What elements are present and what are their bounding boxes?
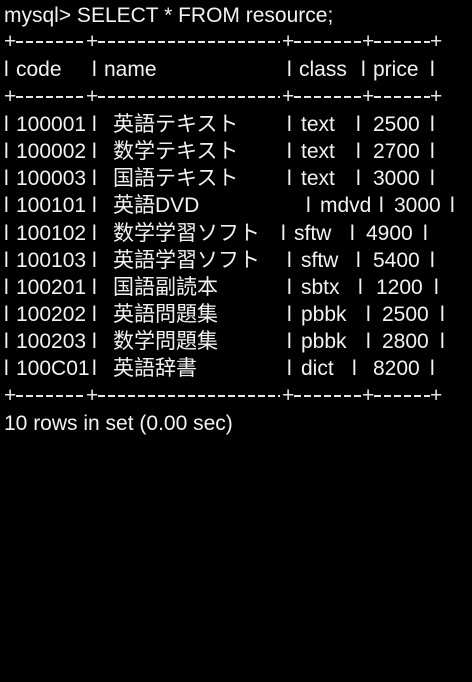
cell-code: 100203 — [16, 330, 87, 354]
cell-code: 100103 — [16, 248, 87, 272]
cell-name: 数学問題集 — [113, 330, 218, 354]
table-row: l 100102 l 数学学習ソフト l sftw l 4900 l — [4, 220, 472, 247]
cell-price: 3000 — [373, 167, 420, 191]
cell-name: 国語副読本 — [113, 275, 218, 299]
cell-price: 8200 — [373, 357, 420, 381]
table-header-row: l code l name l class l price l — [4, 56, 472, 83]
cell-class: sftw — [301, 248, 339, 272]
cell-class: dict — [301, 357, 334, 381]
cell-code: 100C01 — [16, 357, 90, 381]
sql-prompt: mysql> SELECT * FROM resource; — [4, 4, 334, 27]
cell-code: 100201 — [16, 275, 87, 299]
query-summary-line: 10 rows in set (0.00 sec) — [4, 410, 472, 437]
cell-price: 1200 — [376, 275, 423, 299]
cell-price: 2500 — [373, 112, 420, 136]
cell-name: 英語辞書 — [113, 357, 197, 381]
table-row: l 100202 l 英語問題集 l pbbk l 2500 l — [4, 301, 472, 328]
cell-class: pbbk — [301, 330, 347, 354]
cell-code: 100003 — [16, 167, 87, 191]
sql-prompt-line: mysql> SELECT * FROM resource; — [4, 2, 472, 29]
table-row: l 100103 l 英語学習ソフト l sftw l 5400 l — [4, 247, 472, 274]
column-header-price: price — [373, 58, 419, 82]
cell-code: 100002 — [16, 139, 87, 163]
cell-price: 4900 — [366, 221, 413, 245]
table-row: l 100203 l 数学問題集 l pbbk l 2800 l — [4, 328, 472, 355]
cell-price: 2700 — [373, 139, 420, 163]
cell-class: sbtx — [301, 275, 340, 299]
cell-price: 5400 — [373, 248, 420, 272]
cell-class: text — [301, 112, 335, 136]
cell-class: pbbk — [301, 303, 347, 327]
cell-name: 英語問題集 — [113, 303, 218, 327]
cell-code: 100102 — [16, 221, 87, 245]
table-row: l 100101 l 英語DVD l mdvd l 3000 l — [4, 192, 472, 219]
column-header-name: name — [104, 58, 157, 82]
cell-name: 数学学習ソフト — [113, 221, 260, 245]
terminal-window[interactable]: mysql> SELECT * FROM resource; + + + + +… — [0, 0, 472, 468]
cell-price: 2800 — [382, 330, 429, 354]
table-row: l 100001 l 英語テキスト l text l 2500 l — [4, 111, 472, 138]
table-row: l 100003 l 国語テキスト l text l 3000 l — [4, 165, 472, 192]
cell-name: 英語DVD — [113, 194, 200, 218]
cell-class: mdvd — [320, 194, 372, 218]
cell-name: 数学テキスト — [113, 139, 239, 163]
cell-code: 100101 — [16, 194, 87, 218]
cell-code: 100202 — [16, 303, 87, 327]
cell-class: text — [301, 167, 335, 191]
column-header-class: class — [299, 58, 347, 82]
table-row: l 100C01 l 英語辞書 l dict l 8200 l — [4, 355, 472, 382]
cell-name: 国語テキスト — [113, 167, 239, 191]
cell-price: 3000 — [394, 194, 441, 218]
table-row: l 100002 l 数学テキスト l text l 2700 l — [4, 138, 472, 165]
table-border-header: + + + + + — [4, 84, 443, 108]
cell-price: 2500 — [382, 303, 429, 327]
cell-class: text — [301, 139, 335, 163]
table-row: l 100201 l 国語副読本 l sbtx l 1200 l — [4, 274, 472, 301]
table-border-top: + + + + + — [4, 30, 443, 54]
table-border-bottom: + + + + + — [4, 383, 443, 407]
column-header-code: code — [16, 58, 62, 82]
cell-code: 100001 — [16, 112, 87, 136]
cell-class: sftw — [294, 221, 332, 245]
cell-name: 英語学習ソフト — [113, 248, 260, 272]
query-summary: 10 rows in set (0.00 sec) — [4, 411, 233, 435]
cell-name: 英語テキスト — [113, 112, 239, 136]
